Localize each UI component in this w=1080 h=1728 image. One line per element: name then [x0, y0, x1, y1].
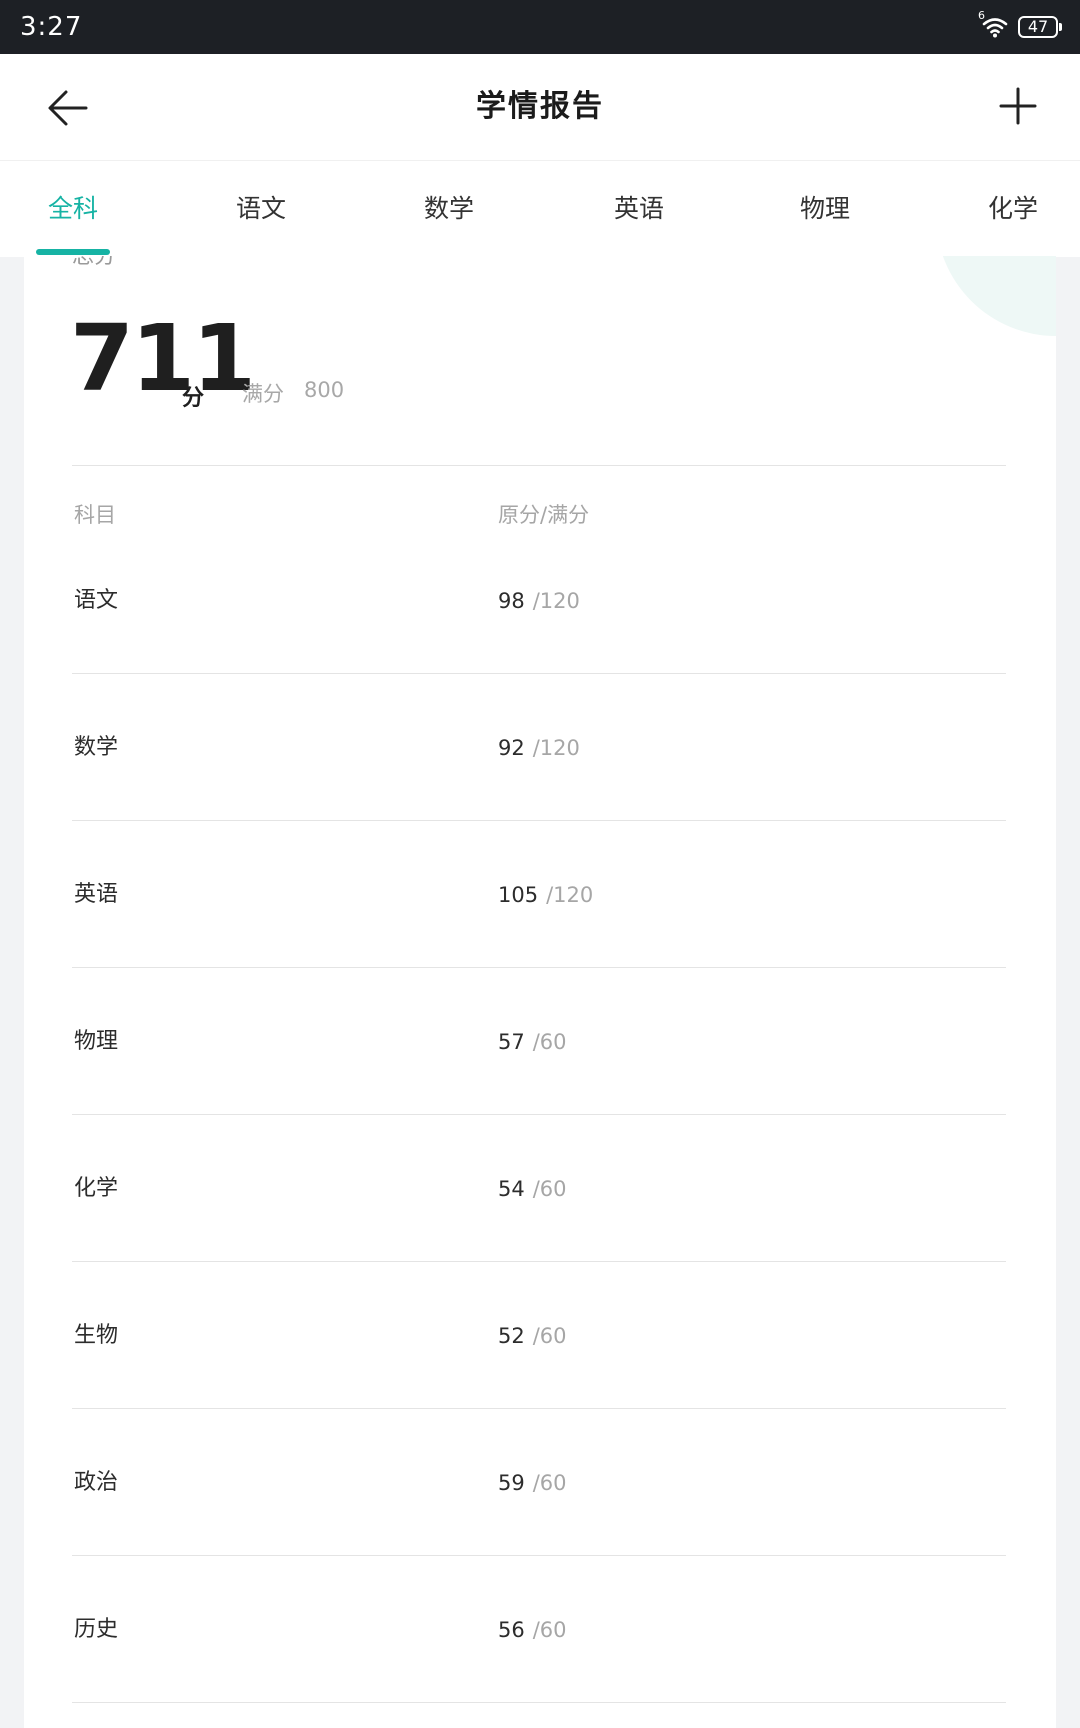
raw-score: 59: [498, 1471, 525, 1495]
full-score: /120: [532, 736, 580, 760]
row-subject: 政治: [74, 1470, 119, 1495]
raw-score: 105: [498, 883, 539, 907]
raw-score: 52: [498, 1324, 525, 1348]
raw-score: 92: [498, 736, 525, 760]
total-score: 711: [70, 305, 256, 412]
raw-score: 98: [498, 589, 525, 613]
subject-tabs: 全科 语文 数学 英语 物理 化学: [0, 160, 1080, 257]
tab-chinese[interactable]: 语文: [236, 191, 286, 227]
total-unit: 分: [182, 386, 205, 411]
column-header-subject: 科目: [74, 503, 116, 527]
full-score-label: 满分: [242, 382, 284, 406]
row-subject: 数学: [74, 735, 119, 760]
full-score: /60: [532, 1471, 567, 1495]
row-score: 57/60: [498, 1027, 567, 1057]
raw-score: 54: [498, 1177, 525, 1201]
row-score: 105/120: [498, 880, 593, 910]
full-score: /60: [532, 1324, 567, 1348]
row-subject: 语文: [74, 588, 119, 613]
row-score: 92/120: [498, 733, 580, 763]
full-score: /60: [532, 1618, 567, 1642]
active-tab-indicator: [36, 249, 110, 255]
status-bar: 3:27 6 47: [0, 0, 1080, 54]
row-divider: [72, 967, 1006, 968]
row-score: 59/60: [498, 1468, 567, 1498]
row-score: 52/60: [498, 1321, 567, 1351]
row-divider: [72, 1408, 1006, 1409]
full-score: /120: [546, 883, 594, 907]
wifi-icon: 6: [978, 9, 1010, 39]
row-divider: [72, 673, 1006, 674]
raw-score: 56: [498, 1618, 525, 1642]
full-score: /120: [532, 589, 580, 613]
status-icons: 6 47: [978, 9, 1062, 41]
full-score: /60: [532, 1177, 567, 1201]
full-score-value: 800: [304, 378, 345, 402]
column-header-score: 原分/满分: [498, 503, 590, 527]
row-divider: [72, 820, 1006, 821]
score-card: 总分 711 分 满分 800 科目 原分/满分 语文 98/120 数学 92…: [24, 256, 1056, 1728]
battery-indicator: 47: [1018, 16, 1062, 38]
tab-math[interactable]: 数学: [424, 191, 474, 227]
row-subject: 物理: [74, 1029, 119, 1054]
tab-physics[interactable]: 物理: [800, 191, 850, 227]
total-label: 总分: [72, 256, 117, 269]
row-subject: 历史: [74, 1617, 119, 1642]
tab-chemistry[interactable]: 化学: [988, 191, 1038, 227]
row-subject: 英语: [74, 882, 119, 907]
add-button[interactable]: [990, 78, 1046, 134]
row-subject: 化学: [74, 1176, 119, 1201]
app-header: 学情报告: [0, 54, 1080, 160]
decorative-circle: [936, 256, 1056, 336]
row-divider: [72, 1114, 1006, 1115]
raw-score: 57: [498, 1030, 525, 1054]
row-score: 98/120: [498, 586, 580, 616]
plus-icon: [999, 87, 1037, 125]
page-title: 学情报告: [476, 89, 604, 124]
divider: [72, 465, 1006, 466]
status-time: 3:27: [20, 12, 83, 42]
row-score: 56/60: [498, 1615, 567, 1645]
row-divider: [72, 1555, 1006, 1556]
row-subject: 生物: [74, 1323, 119, 1348]
signal-label: 6: [978, 9, 985, 22]
tab-all[interactable]: 全科: [48, 191, 98, 227]
row-divider: [72, 1261, 1006, 1262]
full-score: /60: [532, 1030, 567, 1054]
row-score: 54/60: [498, 1174, 567, 1204]
row-divider: [72, 1702, 1006, 1703]
tab-english[interactable]: 英语: [614, 191, 664, 227]
